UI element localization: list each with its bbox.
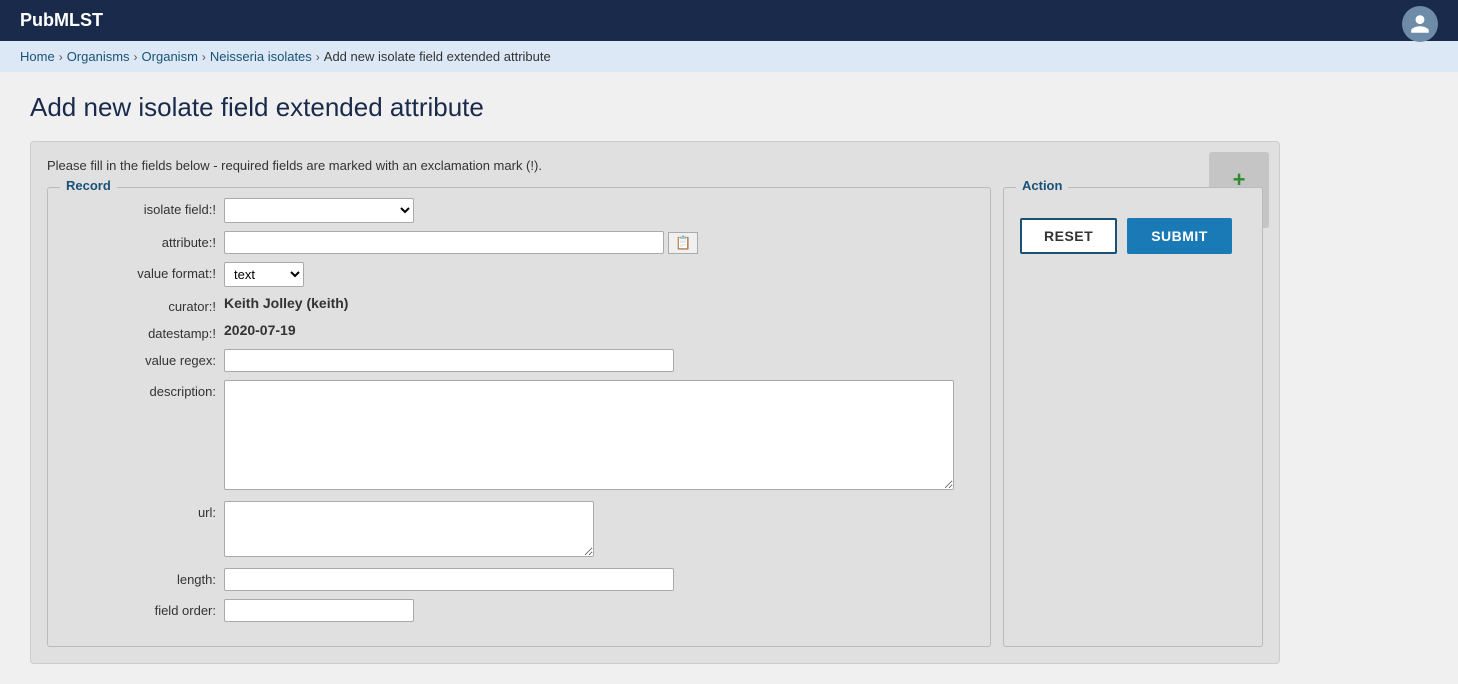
breadcrumb-sep-2: ›	[134, 50, 138, 64]
curator-wrap: Keith Jolley (keith)	[224, 295, 974, 311]
url-label: url:	[64, 501, 224, 520]
description-label: description:	[64, 380, 224, 399]
app-title-bar: PubMLST	[0, 0, 1458, 41]
description-row: description:	[64, 380, 974, 493]
record-legend: Record	[60, 178, 117, 193]
url-wrap	[224, 501, 974, 560]
value-regex-row: value regex:	[64, 349, 974, 372]
attribute-label: attribute:!	[64, 231, 224, 250]
page-title: Add new isolate field extended attribute	[30, 92, 1428, 123]
isolate-field-label: isolate field:!	[64, 198, 224, 217]
curator-label: curator:!	[64, 295, 224, 314]
info-text: Please fill in the fields below - requir…	[47, 158, 1263, 173]
reset-button[interactable]: RESET	[1020, 218, 1117, 254]
datestamp-row: datestamp:! 2020-07-19	[64, 322, 974, 341]
attribute-copy-btn[interactable]: 📋	[668, 232, 698, 254]
breadcrumb-sep-1: ›	[59, 50, 63, 64]
breadcrumb-home[interactable]: Home	[20, 49, 55, 64]
value-format-label: value format:!	[64, 262, 224, 281]
breadcrumb-current: Add new isolate field extended attribute	[324, 49, 551, 64]
field-order-row: field order:	[64, 599, 974, 622]
record-panel: Record isolate field:! attribute:! 📋	[47, 187, 991, 647]
breadcrumb-neisseria-isolates[interactable]: Neisseria isolates	[210, 49, 312, 64]
datestamp-wrap: 2020-07-19	[224, 322, 974, 338]
description-textarea[interactable]	[224, 380, 954, 490]
value-format-select[interactable]: text integer float date boolean	[224, 262, 304, 287]
attribute-wrap: 📋	[224, 231, 974, 254]
breadcrumb-organisms[interactable]: Organisms	[67, 49, 130, 64]
description-wrap	[224, 380, 974, 493]
isolate-field-row: isolate field:!	[64, 198, 974, 223]
datestamp-label: datestamp:!	[64, 322, 224, 341]
attribute-input[interactable]	[224, 231, 664, 254]
value-regex-wrap	[224, 349, 974, 372]
form-container: Please fill in the fields below - requir…	[30, 141, 1280, 664]
length-input[interactable]	[224, 568, 674, 591]
panels-wrapper: Record isolate field:! attribute:! 📋	[47, 187, 1263, 647]
field-order-wrap	[224, 599, 974, 622]
field-order-label: field order:	[64, 599, 224, 618]
value-format-row: value format:! text integer float date b…	[64, 262, 974, 287]
value-format-wrap: text integer float date boolean	[224, 262, 974, 287]
app-title: PubMLST	[20, 10, 103, 30]
submit-button[interactable]: SUBMIT	[1127, 218, 1232, 254]
value-regex-label: value regex:	[64, 349, 224, 368]
value-regex-input[interactable]	[224, 349, 674, 372]
url-textarea[interactable]	[224, 501, 594, 557]
length-label: length:	[64, 568, 224, 587]
user-icon[interactable]	[1402, 6, 1438, 42]
field-order-input[interactable]	[224, 599, 414, 622]
url-row: url:	[64, 501, 974, 560]
curator-value: Keith Jolley (keith)	[224, 291, 348, 311]
isolate-field-select[interactable]	[224, 198, 414, 223]
page-content: Add new isolate field extended attribute…	[0, 72, 1458, 684]
datestamp-value: 2020-07-19	[224, 318, 296, 338]
action-panel: Action RESET SUBMIT	[1003, 187, 1263, 647]
user-icon-container	[1402, 6, 1438, 42]
length-row: length:	[64, 568, 974, 591]
curator-row: curator:! Keith Jolley (keith)	[64, 295, 974, 314]
action-legend: Action	[1016, 178, 1068, 193]
breadcrumb-sep-3: ›	[202, 50, 206, 64]
action-buttons: RESET SUBMIT	[1020, 218, 1246, 254]
breadcrumb-sep-4: ›	[316, 50, 320, 64]
isolate-field-wrap	[224, 198, 974, 223]
breadcrumb-organism[interactable]: Organism	[142, 49, 198, 64]
attribute-row: attribute:! 📋	[64, 231, 974, 254]
breadcrumb: Home › Organisms › Organism › Neisseria …	[0, 41, 1458, 72]
length-wrap	[224, 568, 974, 591]
